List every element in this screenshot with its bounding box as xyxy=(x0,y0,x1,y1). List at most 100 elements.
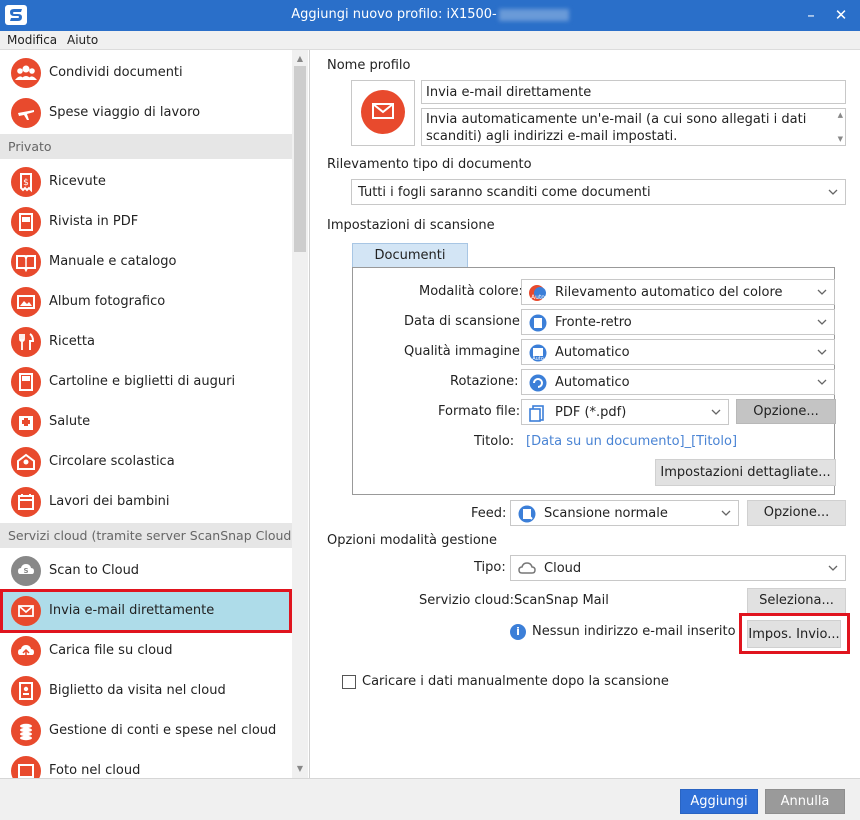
book-icon xyxy=(11,247,41,277)
svg-text:$: $ xyxy=(23,178,29,188)
close-button[interactable]: ✕ xyxy=(829,3,853,27)
chevron-down-icon xyxy=(817,319,827,325)
sidebar-item-gestione-conti[interactable]: Gestione di conti e spese nel cloud xyxy=(0,711,292,751)
sidebar-item-carica-file[interactable]: Carica file su cloud xyxy=(0,631,292,671)
scroll-down-icon[interactable]: ▼ xyxy=(292,762,308,776)
format-option-button[interactable]: Opzione... xyxy=(736,399,836,424)
profile-name-field[interactable]: Invia e-mail direttamente xyxy=(421,80,846,104)
profile-description-field[interactable]: Invia automaticamente un'e-mail (a cui s… xyxy=(421,108,846,146)
sidebar-item-rivista-pdf[interactable]: Rivista in PDF xyxy=(0,202,292,242)
sidebar-scrollbar[interactable]: ▲ ▼ xyxy=(292,50,308,778)
cutlery-icon xyxy=(11,327,41,357)
rotation-value: Automatico xyxy=(555,375,630,390)
sidebar-item-lavori-bambini[interactable]: Lavori dei bambini xyxy=(0,482,292,522)
cancel-button[interactable]: Annulla xyxy=(765,789,845,814)
sidebar-item-circolare-scolastica[interactable]: Circolare scolastica xyxy=(0,442,292,482)
manual-upload-label: Caricare i dati manualmente dopo la scan… xyxy=(362,674,669,689)
sidebar-item-label: Ricetta xyxy=(49,334,95,349)
magazine-icon xyxy=(11,207,41,237)
sidebar-item-cartoline[interactable]: Cartoline e biglietti di auguri xyxy=(0,362,292,402)
manual-upload-checkbox[interactable] xyxy=(342,675,356,689)
menu-bar: Modifica Aiuto xyxy=(0,31,860,50)
management-options-label: Opzioni modalità gestione xyxy=(327,533,498,548)
detailed-settings-button[interactable]: Impostazioni dettagliate... xyxy=(655,459,836,486)
scan-side-value: Fronte-retro xyxy=(555,315,632,330)
chevron-down-icon xyxy=(828,565,838,571)
photo-album-icon xyxy=(11,287,41,317)
receipt-icon: $ xyxy=(11,167,41,197)
sidebar-item-label: Foto nel cloud xyxy=(49,763,141,778)
profile-settings-panel: Nome profilo Invia e-mail direttamente I… xyxy=(311,50,860,778)
sidebar-item-manuale-catalogo[interactable]: Manuale e catalogo xyxy=(0,242,292,282)
image-quality-select[interactable]: Auto Automatico xyxy=(521,339,835,365)
sidebar-item-label: Biglietto da visita nel cloud xyxy=(49,683,226,698)
school-icon xyxy=(11,447,41,477)
title-value-link[interactable]: [Data su un documento]_[Titolo] xyxy=(526,434,737,449)
section-header-privato: Privato xyxy=(0,134,292,159)
auto-quality-icon: Auto xyxy=(528,344,548,362)
chevron-down-icon xyxy=(817,379,827,385)
scrollbar-thumb[interactable] xyxy=(294,66,306,252)
scan-side-select[interactable]: Fronte-retro xyxy=(521,309,835,335)
scan-side-label: Data di scansione: xyxy=(404,314,525,329)
airplane-icon xyxy=(11,98,41,128)
sidebar-item-biglietto-visita[interactable]: Biglietto da visita nel cloud xyxy=(0,671,292,711)
calendar-icon xyxy=(11,487,41,517)
select-service-button[interactable]: Seleziona... xyxy=(747,588,846,614)
document-detection-label: Rilevamento tipo di documento xyxy=(327,157,532,172)
sidebar-item-label: Manuale e catalogo xyxy=(49,254,177,269)
highlight-box-send-settings xyxy=(739,613,850,654)
document-detection-select[interactable]: Tutti i fogli saranno scanditi come docu… xyxy=(351,179,846,205)
menu-modifica[interactable]: Modifica xyxy=(7,33,57,47)
color-mode-value: Rilevamento automatico del colore xyxy=(555,285,783,300)
profile-name-label: Nome profilo xyxy=(327,58,411,73)
svg-text:Auto: Auto xyxy=(531,294,545,301)
tab-documenti[interactable]: Documenti xyxy=(352,243,468,268)
feed-value: Scansione normale xyxy=(544,506,668,521)
type-select[interactable]: Cloud xyxy=(510,555,846,581)
scroll-up-icon[interactable]: ▲ xyxy=(292,52,308,66)
color-mode-select[interactable]: Auto Rilevamento automatico del colore xyxy=(521,279,835,305)
chevron-down-icon xyxy=(828,189,838,195)
sidebar-item-salute[interactable]: Salute xyxy=(0,402,292,442)
title-label: Titolo: xyxy=(474,434,515,449)
file-format-select[interactable]: PDF (*.pdf) xyxy=(521,399,729,425)
footer-bar: Aggiungi Annulla xyxy=(0,778,860,820)
title-bar: Aggiungi nuovo profilo: iX1500- – ✕ xyxy=(0,0,860,31)
feed-option-button[interactable]: Opzione... xyxy=(747,500,846,526)
profile-name-value: Invia e-mail direttamente xyxy=(426,85,592,100)
feed-label: Feed: xyxy=(471,506,507,521)
duplex-icon xyxy=(528,314,548,332)
sidebar-item-ricevute[interactable]: $ Ricevute xyxy=(0,162,292,202)
hospital-icon xyxy=(11,407,41,437)
profile-list[interactable]: Condividi documenti Spese viaggio di lav… xyxy=(0,50,310,778)
photo-icon xyxy=(11,756,41,778)
minimize-button[interactable]: – xyxy=(799,3,823,27)
highlight-box-selected-profile xyxy=(0,589,292,633)
menu-aiuto[interactable]: Aiuto xyxy=(67,33,98,47)
scan-to-cloud-icon: S xyxy=(11,556,41,586)
sidebar-item-condividi-documenti[interactable]: Condividi documenti xyxy=(0,53,292,93)
sidebar-item-spese-viaggio[interactable]: Spese viaggio di lavoro xyxy=(0,93,292,133)
sidebar-item-ricetta[interactable]: Ricetta xyxy=(0,322,292,362)
profile-icon-frame[interactable] xyxy=(351,80,415,146)
scroll-up-icon[interactable]: ▲ xyxy=(838,111,843,119)
sidebar-item-label: Cartoline e biglietti di auguri xyxy=(49,374,236,389)
sidebar-item-foto-cloud[interactable]: Foto nel cloud xyxy=(0,751,292,778)
rotation-select[interactable]: Automatico xyxy=(521,369,835,395)
cloud-type-icon xyxy=(517,560,537,578)
sidebar-item-scan-to-cloud[interactable]: S Scan to Cloud xyxy=(0,551,292,591)
feed-select[interactable]: Scansione normale xyxy=(510,500,739,526)
sidebar-item-label: Ricevute xyxy=(49,174,106,189)
image-quality-label: Qualità immagine: xyxy=(404,344,525,359)
sidebar-item-album-fotografico[interactable]: Album fotografico xyxy=(0,282,292,322)
add-button[interactable]: Aggiungi xyxy=(680,789,758,814)
auto-color-icon: Auto xyxy=(528,284,548,302)
file-format-value: PDF (*.pdf) xyxy=(555,405,627,420)
sidebar-item-label: Album fotografico xyxy=(49,294,166,309)
info-message: Nessun indirizzo e-mail inserito xyxy=(532,624,736,639)
chevron-down-icon xyxy=(721,510,731,516)
scroll-down-icon[interactable]: ▼ xyxy=(838,135,843,143)
document-detection-value: Tutti i fogli saranno scanditi come docu… xyxy=(358,185,651,200)
sidebar-item-label: Rivista in PDF xyxy=(49,214,139,229)
